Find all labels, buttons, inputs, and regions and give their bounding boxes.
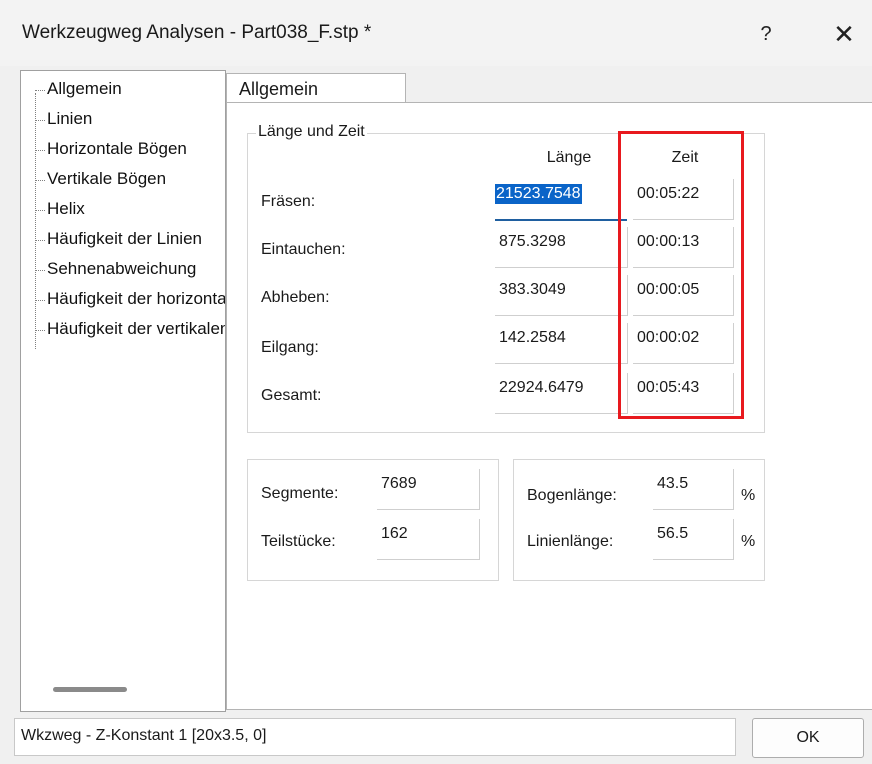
dialog-window: Werkzeugweg Analysen - Part038_F.stp * ?… xyxy=(0,0,872,764)
laenge-value: 142.2584 xyxy=(499,329,566,346)
tree-connector xyxy=(35,93,36,349)
teilstuecke-label: Teilstücke: xyxy=(261,533,336,550)
tree-item-haeufigkeit-hor[interactable]: Häufigkeit der horizontalen Bögen xyxy=(34,289,225,309)
laenge-field-gesamt[interactable]: 22924.6479 xyxy=(495,373,628,414)
linienlaenge-field[interactable]: 56.5 xyxy=(653,519,734,560)
row-label-eilgang: Eilgang: xyxy=(261,339,319,356)
tab-panel: Länge und Zeit Länge Zeit Fräsen: 21523.… xyxy=(226,102,872,710)
row-label-fraesen: Fräsen: xyxy=(261,193,316,210)
column-header-laenge: Länge xyxy=(546,149,592,166)
laenge-value: 22924.6479 xyxy=(499,379,584,396)
segmente-value: 7689 xyxy=(381,475,417,492)
navigation-tree[interactable]: Allgemein Linien Horizontale Bögen Verti… xyxy=(20,70,226,712)
segmente-label: Segmente: xyxy=(261,485,339,502)
window-title: Werkzeugweg Analysen - Part038_F.stp * xyxy=(22,22,372,43)
group-title: Länge und Zeit xyxy=(256,123,367,141)
tree-item-haeufigkeit-vert[interactable]: Häufigkeit der vertikalen Bögen xyxy=(34,319,225,339)
bogenlaenge-value: 43.5 xyxy=(657,475,689,492)
row-label-abheben: Abheben: xyxy=(261,289,330,306)
tree-item-haeufigkeit-linien[interactable]: Häufigkeit der Linien xyxy=(35,229,202,249)
laenge-value: 21523.7548 xyxy=(495,184,582,204)
laenge-value: 383.3049 xyxy=(499,281,566,298)
bogenlaenge-field[interactable]: 43.5 xyxy=(653,469,734,510)
laenge-field-eilgang[interactable]: 142.2584 xyxy=(495,323,628,364)
teilstuecke-value: 162 xyxy=(381,525,408,542)
close-button[interactable]: ✕ xyxy=(818,14,870,54)
tab-label: Allgemein xyxy=(239,79,319,99)
bogenlaenge-label: Bogenlänge: xyxy=(527,487,617,504)
teilstuecke-field[interactable]: 162 xyxy=(377,519,480,560)
tree-item-sehnenabweichung[interactable]: Sehnenabweichung xyxy=(34,259,196,279)
row-label-eintauchen: Eintauchen: xyxy=(261,241,346,258)
tree-item-allgemein[interactable]: Allgemein xyxy=(35,79,122,99)
linienlaenge-value: 56.5 xyxy=(657,525,689,542)
row-label-gesamt: Gesamt: xyxy=(261,387,322,404)
horizontal-scrollbar[interactable] xyxy=(53,687,127,692)
status-field: Wkzweg - Z-Konstant 1 [20x3.5, 0] xyxy=(14,718,736,756)
laenge-field-fraesen[interactable]: 21523.7548 xyxy=(495,179,627,221)
ok-button[interactable]: OK xyxy=(752,718,864,758)
segmente-field[interactable]: 7689 xyxy=(377,469,480,510)
linienlaenge-unit: % xyxy=(741,533,756,550)
zeit-highlight-box xyxy=(618,131,744,419)
linienlaenge-label: Linienlänge: xyxy=(527,533,614,550)
tree-item-horizontale-boegen[interactable]: Horizontale Bögen xyxy=(35,139,187,159)
tree-item-linien[interactable]: Linien xyxy=(34,109,92,129)
tree-item-helix[interactable]: Helix xyxy=(35,199,85,219)
laenge-value: 875.3298 xyxy=(499,233,566,250)
tab-allgemein[interactable]: Allgemein xyxy=(226,73,406,104)
tree-item-vertikale-boegen[interactable]: Vertikale Bögen xyxy=(34,169,166,189)
help-button[interactable]: ? xyxy=(742,14,790,54)
status-text: Wkzweg - Z-Konstant 1 [20x3.5, 0] xyxy=(21,727,267,744)
laenge-field-eintauchen[interactable]: 875.3298 xyxy=(495,227,628,268)
laenge-field-abheben[interactable]: 383.3049 xyxy=(495,275,628,316)
title-bar[interactable]: Werkzeugweg Analysen - Part038_F.stp * ?… xyxy=(0,0,872,66)
bogenlaenge-unit: % xyxy=(741,487,756,504)
